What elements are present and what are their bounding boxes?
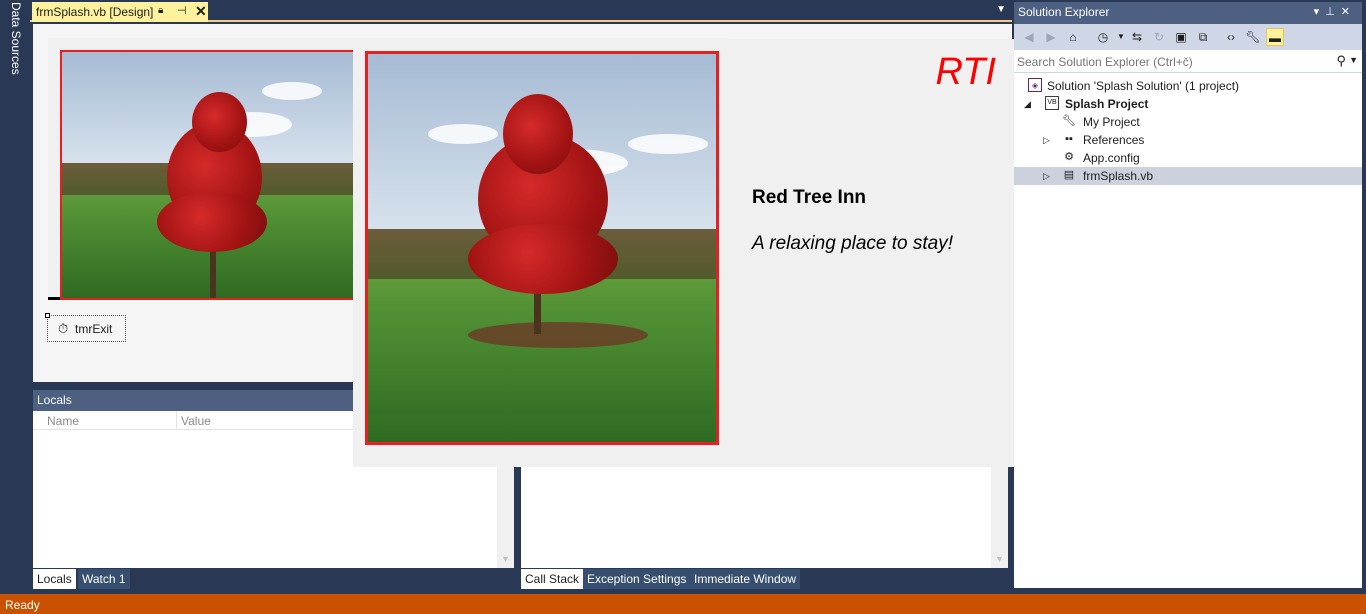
collapsed-arrow-icon[interactable]: ▷: [1043, 171, 1050, 182]
show-all-files-icon[interactable]: ⧉: [1194, 28, 1212, 46]
timer-label: tmrExit: [75, 322, 113, 336]
solution-icon: ◈: [1028, 78, 1042, 92]
data-sources-tab[interactable]: Data Sources: [6, 0, 28, 75]
splash-tree-picture: [365, 51, 719, 445]
config-icon: ⚙︎: [1064, 151, 1074, 163]
solution-explorer-title: Solution Explorer: [1018, 5, 1110, 19]
back-icon[interactable]: ◀: [1020, 28, 1038, 46]
pin-icon[interactable]: ⊣: [177, 4, 187, 17]
status-text: Ready: [5, 598, 40, 612]
collapse-all-icon[interactable]: ▣: [1172, 28, 1190, 46]
status-bar: Ready: [0, 594, 1366, 614]
preview-selected-icon[interactable]: ▬: [1266, 28, 1284, 46]
document-tab-row: frmSplash.vb [Design] 🔒︎ ⊣ ✕ ▼: [30, 0, 1012, 22]
locals-title: Locals: [37, 393, 72, 407]
stopwatch-icon: ⏱︎: [58, 321, 69, 336]
tab-immediate-window[interactable]: Immediate Window: [690, 569, 801, 589]
solution-explorer: Solution Explorer ▾⊥✕ ◀ ▶ ⌂ ◷ ▼ ⇆ ↻ ▣ ⧉ …: [1014, 2, 1362, 588]
chevron-down-icon[interactable]: ▼: [1349, 55, 1358, 65]
forward-icon[interactable]: ▶: [1042, 28, 1060, 46]
close-icon[interactable]: ✕: [195, 3, 207, 20]
refresh-icon[interactable]: ↻: [1150, 28, 1168, 46]
tab-frmsplash-design[interactable]: frmSplash.vb [Design] 🔒︎ ⊣ ✕: [32, 2, 208, 22]
tree-item-solution[interactable]: ◈ Solution 'Splash Solution' (1 project): [1014, 77, 1362, 95]
vb-project-icon: VB: [1045, 96, 1059, 110]
chevron-down-icon[interactable]: ▾: [1314, 6, 1326, 18]
tree-item-label: My Project: [1083, 115, 1140, 129]
tab-watch-1[interactable]: Watch 1: [78, 569, 130, 589]
view-code-icon[interactable]: ‹›: [1222, 28, 1240, 46]
tree-item-label: References: [1083, 133, 1145, 147]
tree-item-label: App.config: [1083, 151, 1140, 165]
locals-scrollbar[interactable]: ▼: [497, 466, 514, 568]
solution-explorer-toolbar: ◀ ▶ ⌂ ◷ ▼ ⇆ ↻ ▣ ⧉ ‹› 🔧︎ ▬: [1014, 24, 1362, 50]
search-icon[interactable]: ⚲: [1336, 53, 1346, 69]
tree-item-label: frmSplash.vb: [1083, 169, 1154, 183]
tab-locals[interactable]: Locals: [33, 569, 76, 589]
splash-logo: RTI: [935, 51, 996, 93]
splash-tagline: A relaxing place to stay!: [752, 233, 954, 254]
tree-item-my-project[interactable]: 🔧︎ My Project: [1014, 113, 1362, 131]
solution-explorer-title-bar[interactable]: Solution Explorer ▾⊥✕: [1014, 2, 1362, 24]
call-stack-window: ▼: [521, 467, 1008, 568]
history-icon[interactable]: ◷: [1094, 28, 1112, 46]
sync-icon[interactable]: ⇆: [1128, 28, 1146, 46]
form-icon: ▤: [1063, 169, 1075, 181]
data-sources-label: Data Sources: [9, 2, 23, 75]
column-header-value[interactable]: Value: [181, 414, 211, 428]
tree-item-label: Solution 'Splash Solution' (1 project): [1047, 79, 1240, 93]
call-stack-tab-strip: Call Stack Exception Settings Immediate …: [521, 568, 1008, 590]
properties-icon[interactable]: 🔧︎: [1244, 28, 1262, 46]
left-tool-strip: Data Sources: [0, 0, 30, 594]
tree-item-splash-project[interactable]: ◢ VB Splash Project: [1014, 95, 1362, 113]
pin-icon[interactable]: ⊥: [1325, 6, 1341, 18]
splash-form-preview: RTI Red Tree Inn A relaxing place to sta…: [353, 39, 1014, 467]
column-header-name[interactable]: Name: [47, 414, 79, 428]
locals-title-bar[interactable]: Locals: [33, 390, 353, 411]
tab-exception-settings[interactable]: Exception Settings: [583, 569, 691, 589]
references-icon: ▪▪: [1065, 133, 1073, 145]
collapsed-arrow-icon[interactable]: ▷: [1043, 135, 1050, 146]
tab-title: frmSplash.vb [Design]: [36, 5, 154, 19]
selection-handle[interactable]: [45, 313, 50, 318]
splash-title: Red Tree Inn: [752, 187, 867, 208]
chevron-down-icon[interactable]: ▼: [996, 4, 1006, 15]
tree-item-label: Splash Project: [1065, 97, 1149, 111]
solution-search: ⚲ ▼: [1014, 50, 1362, 73]
tree-picture-box[interactable]: [60, 50, 360, 300]
tree-item-references[interactable]: ▷ ▪▪ References: [1014, 131, 1362, 149]
tree-item-frmsplash[interactable]: ▷ ▤ frmSplash.vb: [1014, 167, 1362, 185]
home-icon[interactable]: ⌂: [1064, 28, 1082, 46]
solution-search-input[interactable]: [1017, 53, 1327, 70]
locals-tab-strip: Locals Watch 1: [33, 568, 514, 590]
call-stack-scrollbar[interactable]: ▼: [991, 467, 1008, 568]
lock-icon[interactable]: 🔒︎: [158, 5, 163, 16]
timer-component[interactable]: ⏱︎ tmrExit: [45, 313, 126, 342]
wrench-icon: 🔧︎: [1062, 115, 1076, 127]
expanded-arrow-icon[interactable]: ◢: [1024, 99, 1031, 110]
tree-item-app-config[interactable]: ⚙︎ App.config: [1014, 149, 1362, 167]
close-icon[interactable]: ✕: [1341, 6, 1356, 18]
tab-call-stack[interactable]: Call Stack: [521, 569, 584, 589]
